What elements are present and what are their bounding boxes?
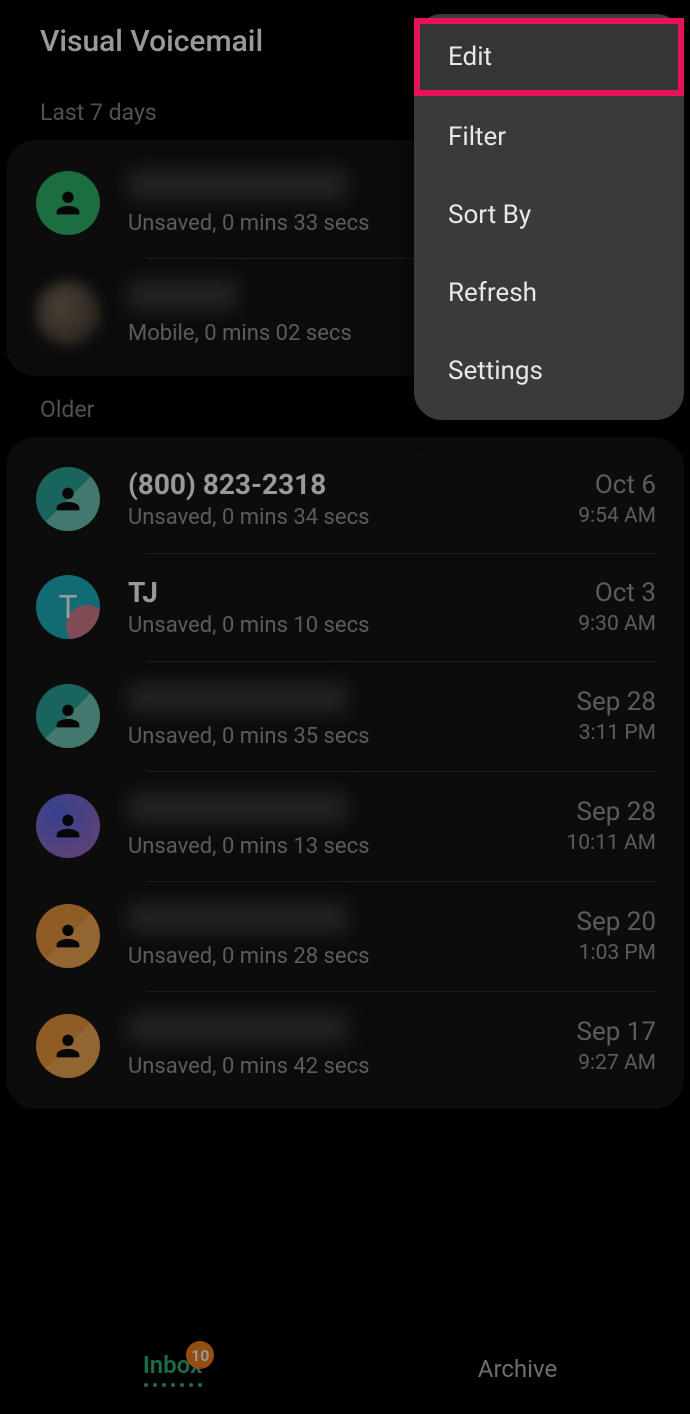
- person-icon: [51, 809, 85, 843]
- voicemail-row[interactable]: (800) 823-2318 Unsaved, 0 mins 34 secs O…: [6, 445, 684, 553]
- menu-sort-by[interactable]: Sort By: [414, 176, 684, 254]
- avatar-letter: T: [58, 588, 77, 626]
- voicemail-title: [128, 683, 559, 720]
- nav-inbox[interactable]: Inbox 10: [0, 1351, 345, 1387]
- avatar: [36, 684, 100, 748]
- voicemail-time: 3:11 PM: [577, 721, 657, 745]
- voicemail-title: TJ: [128, 576, 560, 609]
- voicemail-time: 1:03 PM: [577, 941, 657, 965]
- voicemail-title: [128, 793, 548, 830]
- person-icon: [51, 482, 85, 516]
- person-icon: [51, 1029, 85, 1063]
- voicemail-row[interactable]: Unsaved, 0 mins 35 secs Sep 28 3:11 PM: [6, 661, 684, 771]
- voicemail-date: Oct 3: [578, 578, 656, 608]
- avatar: [36, 1014, 100, 1078]
- voicemail-subtitle: Unsaved, 0 mins 10 secs: [128, 613, 560, 638]
- avatar: [36, 467, 100, 531]
- avatar: [36, 171, 100, 235]
- voicemail-time: 9:30 AM: [578, 612, 656, 636]
- voicemail-date: Sep 28: [577, 687, 657, 717]
- nav-archive[interactable]: Archive: [345, 1355, 690, 1383]
- voicemail-date: Sep 17: [577, 1017, 657, 1047]
- bottom-nav: Inbox 10 Archive: [0, 1324, 690, 1414]
- voicemail-date: Sep 28: [566, 797, 656, 827]
- voicemail-row[interactable]: Unsaved, 0 mins 13 secs Sep 28 10:11 AM: [6, 771, 684, 881]
- menu-filter[interactable]: Filter: [414, 98, 684, 176]
- person-icon: [51, 919, 85, 953]
- voicemail-time: 10:11 AM: [566, 831, 656, 855]
- nav-archive-label: Archive: [478, 1355, 557, 1383]
- overflow-menu: Edit Filter Sort By Refresh Settings: [414, 14, 684, 420]
- voicemail-subtitle: Unsaved, 0 mins 35 secs: [128, 724, 559, 749]
- avatar: [36, 904, 100, 968]
- voicemail-title: [128, 1013, 559, 1050]
- voicemail-subtitle: Unsaved, 0 mins 34 secs: [128, 505, 560, 530]
- voicemail-subtitle: Unsaved, 0 mins 28 secs: [128, 944, 559, 969]
- person-icon: [51, 699, 85, 733]
- menu-edit[interactable]: Edit: [414, 18, 684, 96]
- voicemail-time: 9:54 AM: [578, 504, 656, 528]
- older-card: (800) 823-2318 Unsaved, 0 mins 34 secs O…: [6, 437, 684, 1109]
- person-icon: [51, 186, 85, 220]
- voicemail-title: (800) 823-2318: [128, 468, 560, 501]
- menu-settings[interactable]: Settings: [414, 332, 684, 410]
- voicemail-date: Oct 6: [578, 470, 656, 500]
- avatar: [36, 794, 100, 858]
- voicemail-date: Sep 20: [577, 907, 657, 937]
- voicemail-row[interactable]: Unsaved, 0 mins 42 secs Sep 17 9:27 AM: [6, 991, 684, 1101]
- voicemail-row[interactable]: Unsaved, 0 mins 28 secs Sep 20 1:03 PM: [6, 881, 684, 991]
- nav-inbox-badge: 10: [186, 1341, 214, 1369]
- voicemail-row[interactable]: T TJ Unsaved, 0 mins 10 secs Oct 3 9:30 …: [6, 553, 684, 661]
- voicemail-subtitle: Unsaved, 0 mins 42 secs: [128, 1054, 559, 1079]
- avatar: T: [36, 575, 100, 639]
- voicemail-title: [128, 903, 559, 940]
- avatar: [36, 281, 100, 345]
- voicemail-time: 9:27 AM: [577, 1051, 657, 1075]
- menu-refresh[interactable]: Refresh: [414, 254, 684, 332]
- voicemail-subtitle: Unsaved, 0 mins 13 secs: [128, 834, 548, 859]
